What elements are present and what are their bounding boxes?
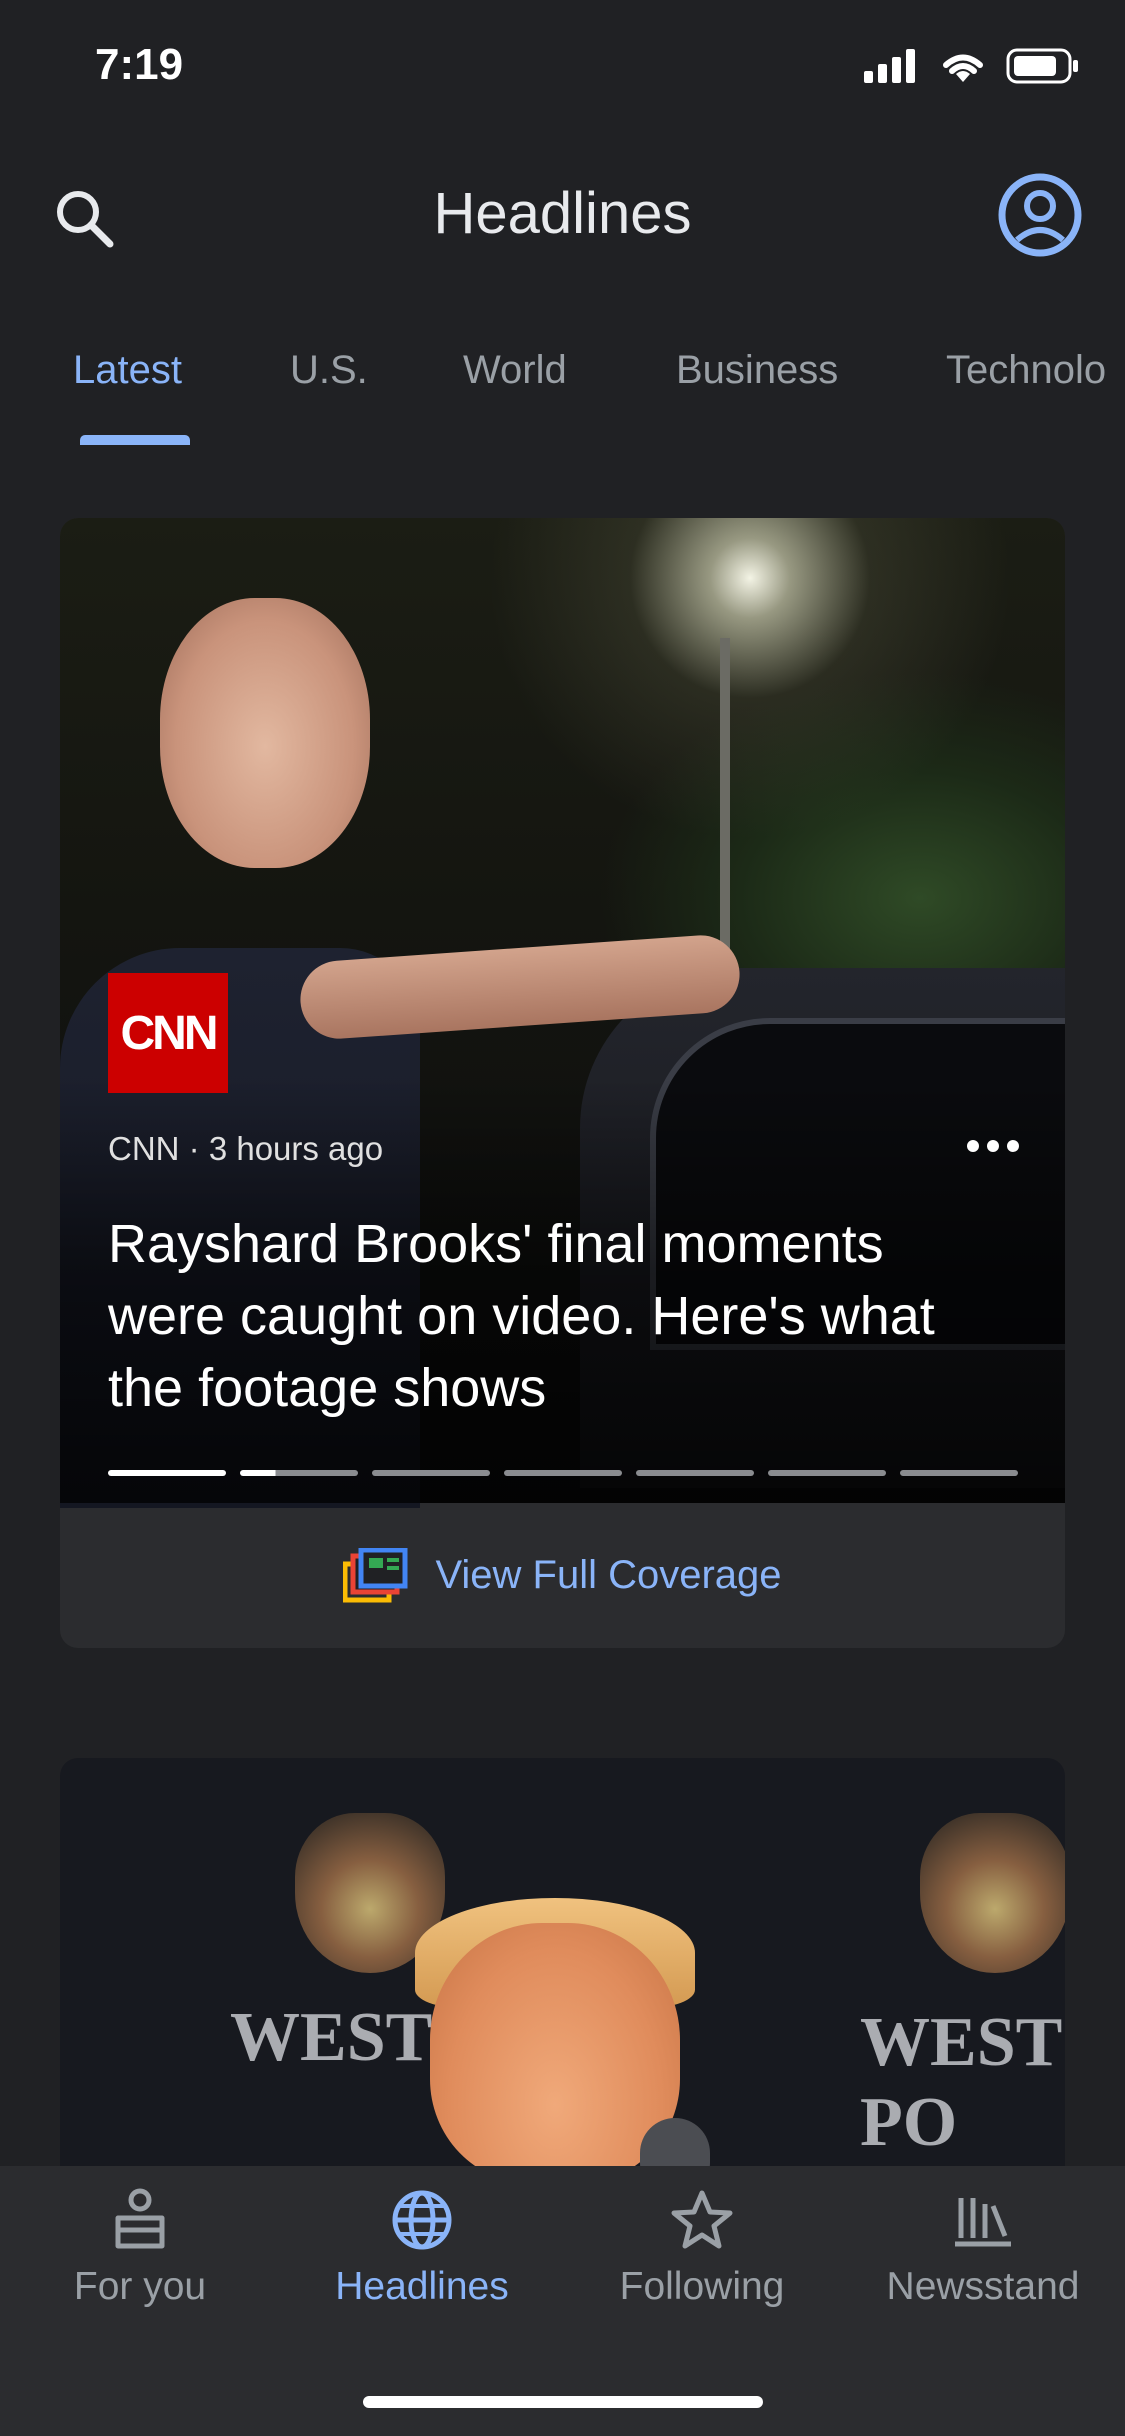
nav-label: For you (73, 2265, 207, 2308)
source-logo: CNN (108, 973, 228, 1093)
carousel-segment (240, 1470, 358, 1476)
tab-latest[interactable]: Latest (73, 348, 182, 393)
carousel-segment (108, 1470, 226, 1476)
wifi-icon (943, 54, 983, 82)
nav-label: Newsstand (886, 2265, 1080, 2308)
backdrop-text: WEST PO (860, 2004, 1062, 2161)
carousel-progress (108, 1470, 1018, 1476)
account-circle-icon (998, 173, 1082, 257)
active-tab-indicator (80, 435, 190, 445)
nav-newsstand[interactable]: Newsstand (843, 2188, 1123, 2309)
carousel-segment (900, 1470, 1018, 1476)
nav-label: Following (619, 2265, 785, 2308)
crest-image (920, 1813, 1065, 1973)
status-time: 7:19 (95, 40, 184, 89)
story-card[interactable]: CNN CNN · 3 hours ago Rayshard Brooks' f… (60, 518, 1065, 1648)
status-icons (864, 48, 1080, 84)
star-icon (671, 2190, 733, 2249)
tab-business[interactable]: Business (676, 348, 838, 393)
carousel-segment (636, 1470, 754, 1476)
battery-icon (1006, 48, 1078, 84)
story-headline[interactable]: Rayshard Brooks' final moments were caug… (108, 1208, 1008, 1424)
globe-icon (392, 2190, 452, 2250)
person-icon (115, 2188, 165, 2249)
section-tabs: Latest U.S. World Business Technolo (0, 330, 1125, 450)
nav-following[interactable]: Following (562, 2188, 842, 2309)
nav-headlines[interactable]: Headlines (282, 2188, 562, 2309)
home-indicator[interactable] (363, 2396, 763, 2408)
coverage-label: View Full Coverage (435, 1553, 782, 1597)
cellular-signal-icon (864, 49, 915, 83)
newsstand-icon (955, 2198, 1011, 2247)
account-button[interactable] (995, 170, 1085, 260)
page-title: Headlines (433, 181, 692, 246)
more-horizontal-icon (967, 1140, 1019, 1152)
nav-label: Headlines (335, 2265, 509, 2308)
carousel-segment (504, 1470, 622, 1476)
more-options-button[interactable] (963, 1124, 1023, 1168)
app-header: Headlines (0, 160, 1125, 280)
officer-head (160, 598, 370, 868)
carousel-segment (372, 1470, 490, 1476)
carousel-segment (768, 1470, 886, 1476)
tab-world[interactable]: World (463, 348, 567, 393)
view-full-coverage-button[interactable]: View Full Coverage (60, 1503, 1065, 1648)
tab-us[interactable]: U.S. (290, 348, 368, 393)
story-image[interactable]: CNN CNN · 3 hours ago Rayshard Brooks' f… (60, 518, 1065, 1508)
full-coverage-icon (343, 1547, 408, 1602)
story-meta: CNN · 3 hours ago (108, 1130, 384, 1167)
nav-for-you[interactable]: For you (0, 2188, 280, 2309)
tab-technology[interactable]: Technolo (946, 348, 1106, 393)
status-bar: 7:19 (0, 0, 1125, 130)
